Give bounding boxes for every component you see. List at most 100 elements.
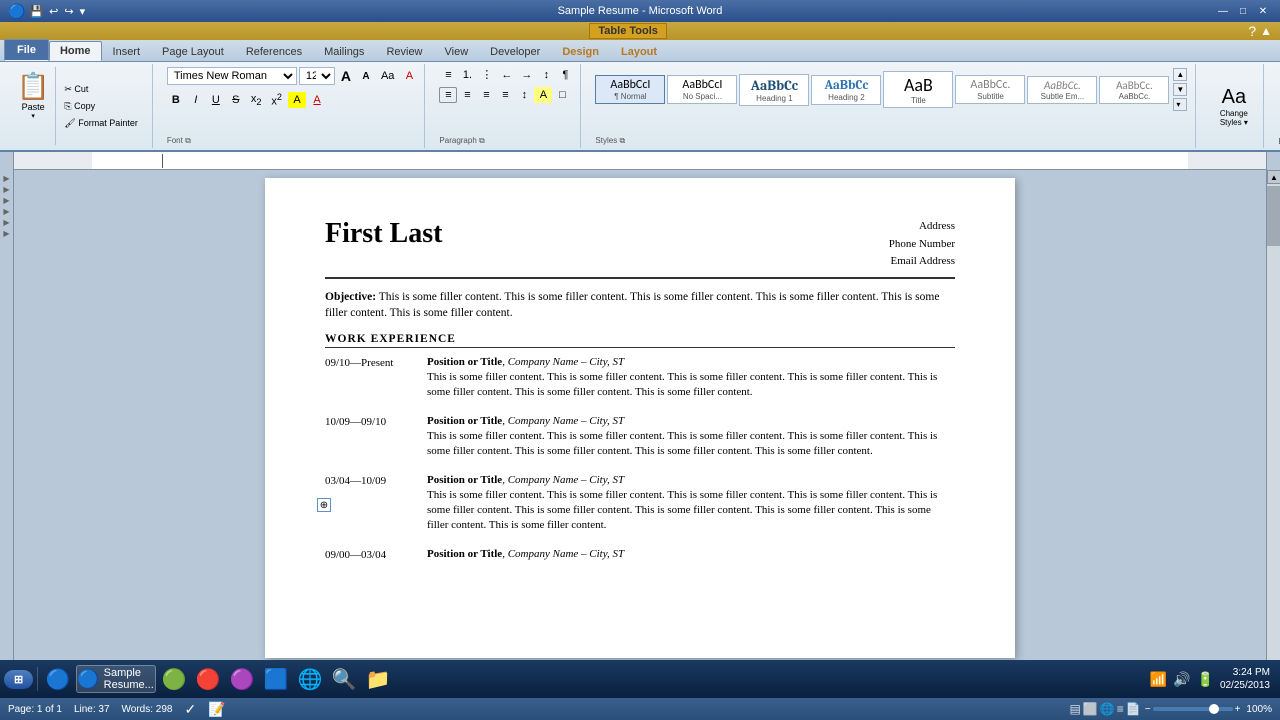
taskbar-word-icon[interactable]: 🔵: [42, 665, 74, 693]
taskbar-files-icon[interactable]: 📁: [362, 665, 394, 693]
tab-review[interactable]: Review: [375, 42, 433, 61]
taskbar-excel-icon[interactable]: 🟢: [158, 665, 190, 693]
style-subtle-reference[interactable]: AaBbCc. AaBbCc.: [1099, 76, 1169, 104]
tray-battery-icon[interactable]: 🔋: [1197, 671, 1214, 688]
tray-volume-icon[interactable]: 🔊: [1173, 671, 1190, 688]
undo-button[interactable]: ↩: [47, 4, 60, 19]
shading-button[interactable]: A: [534, 87, 552, 103]
paste-button[interactable]: 📋 Paste ▾: [10, 66, 56, 146]
taskbar-icon-5[interactable]: 🟦: [260, 665, 292, 693]
tab-references[interactable]: References: [235, 42, 313, 61]
style-title[interactable]: AaB Title: [883, 71, 953, 108]
strikethrough-button[interactable]: S: [227, 92, 245, 108]
help-icon[interactable]: ?: [1248, 23, 1256, 39]
decrease-indent-button[interactable]: ←: [497, 67, 516, 83]
spell-check-icon[interactable]: ✓: [184, 701, 196, 718]
start-button[interactable]: ⊞: [4, 670, 33, 689]
font-dialog-launcher[interactable]: ⧉: [185, 136, 191, 145]
web-layout-button[interactable]: 🌐: [1100, 702, 1115, 716]
show-marks-button[interactable]: ¶: [556, 67, 574, 83]
style-no-spacing[interactable]: AaBbCcI No Spaci...: [667, 75, 737, 104]
copy-button[interactable]: ⎘ Copy: [60, 99, 141, 114]
customize-button[interactable]: ▾: [78, 4, 88, 19]
left-panel-icon-2[interactable]: ▶: [3, 185, 9, 194]
tab-page-layout[interactable]: Page Layout: [151, 42, 235, 61]
draft-button[interactable]: 📄: [1126, 702, 1141, 716]
track-changes-icon[interactable]: 📝: [208, 701, 225, 718]
tab-home[interactable]: Home: [49, 41, 102, 61]
change-styles-button[interactable]: Aa ChangeStyles ▾: [1213, 81, 1255, 132]
document-page[interactable]: ⊕ First Last Address Phone Number Email …: [265, 178, 1015, 658]
clock[interactable]: 3:24 PM 02/25/2013: [1220, 666, 1270, 692]
tab-file[interactable]: File: [4, 39, 49, 61]
text-highlight-button[interactable]: A: [288, 92, 306, 108]
zoom-slider[interactable]: [1153, 707, 1233, 711]
table-move-handle[interactable]: ⊕: [317, 498, 331, 512]
scrollbar-thumb[interactable]: [1267, 186, 1280, 246]
taskbar-icon-4[interactable]: 🟣: [226, 665, 258, 693]
subscript-button[interactable]: x2: [247, 91, 266, 109]
underline-button[interactable]: U: [207, 92, 225, 108]
zoom-out-button[interactable]: −: [1145, 704, 1151, 715]
align-center-button[interactable]: ≡: [458, 87, 476, 103]
cut-button[interactable]: ✂ Cut: [60, 82, 141, 97]
line-spacing-button[interactable]: ↕: [515, 87, 533, 103]
border-button[interactable]: □: [553, 87, 571, 103]
ruler-indent-marker[interactable]: [162, 154, 163, 168]
styles-dialog-launcher[interactable]: ⧉: [619, 136, 625, 145]
increase-indent-button[interactable]: →: [517, 67, 536, 83]
left-panel-icon-3[interactable]: ▶: [3, 196, 9, 205]
taskbar-word-doc[interactable]: 🔵Sample Resume...: [76, 665, 156, 693]
superscript-button[interactable]: x2: [267, 90, 286, 110]
style-heading2[interactable]: AaBbCc Heading 2: [811, 75, 881, 105]
tab-mailings[interactable]: Mailings: [313, 42, 375, 61]
clear-formatting-button[interactable]: A: [400, 68, 418, 84]
font-size-select[interactable]: 12: [299, 67, 335, 85]
tab-layout[interactable]: Layout: [610, 42, 668, 61]
window-controls[interactable]: — □ ✕: [1214, 3, 1272, 19]
taskbar-icon-3[interactable]: 🔴: [192, 665, 224, 693]
sort-button[interactable]: ↕: [537, 67, 555, 83]
close-button[interactable]: ✕: [1254, 3, 1272, 19]
style-normal[interactable]: AaBbCcI ¶ Normal: [595, 75, 665, 104]
tab-insert[interactable]: Insert: [102, 42, 152, 61]
taskbar-browser-icon[interactable]: 🌐: [294, 665, 326, 693]
zoom-in-button[interactable]: +: [1235, 704, 1241, 715]
bullets-button[interactable]: ≡: [439, 67, 457, 83]
styles-scroll[interactable]: ▲ ▼ ▾: [1171, 66, 1189, 113]
minimize-button[interactable]: —: [1214, 3, 1232, 19]
font-family-select[interactable]: Times New Roman: [167, 67, 297, 85]
font-color-button[interactable]: A: [308, 92, 326, 108]
numbering-button[interactable]: 1.: [458, 67, 476, 83]
change-case-button[interactable]: Aa: [377, 68, 398, 84]
scroll-up-button[interactable]: ▲: [1267, 170, 1280, 184]
styles-more-button[interactable]: ▾: [1173, 98, 1187, 111]
shrink-font-button[interactable]: A: [357, 69, 375, 84]
left-panel-icon-6[interactable]: ▶: [3, 229, 9, 238]
ribbon-toggle[interactable]: ▲: [1260, 24, 1272, 38]
quick-access-toolbar[interactable]: 🔵 💾 ↩ ↪ ▾: [8, 3, 87, 20]
full-screen-button[interactable]: ⬜: [1083, 702, 1098, 716]
align-right-button[interactable]: ≡: [477, 87, 495, 103]
tab-design[interactable]: Design: [551, 42, 610, 61]
tab-view[interactable]: View: [434, 42, 480, 61]
left-panel-icon-1[interactable]: ▶: [3, 174, 9, 183]
style-heading1[interactable]: AaBbCc Heading 1: [739, 74, 809, 106]
maximize-button[interactable]: □: [1234, 3, 1252, 19]
styles-down-button[interactable]: ▼: [1173, 83, 1187, 96]
outline-button[interactable]: ≡: [1117, 702, 1124, 716]
grow-font-button[interactable]: A: [337, 66, 355, 86]
tab-developer[interactable]: Developer: [479, 42, 551, 61]
save-button[interactable]: 💾: [27, 4, 45, 19]
zoom-thumb[interactable]: [1209, 704, 1219, 714]
zoom-control[interactable]: − + 100%: [1145, 704, 1272, 715]
multilevel-button[interactable]: ⋮: [477, 66, 496, 83]
paragraph-dialog-launcher[interactable]: ⧉: [479, 136, 485, 145]
style-subtitle[interactable]: AaBbCc. Subtitle: [955, 75, 1025, 104]
print-layout-button[interactable]: ▤: [1070, 702, 1081, 716]
bold-button[interactable]: B: [167, 92, 185, 108]
align-left-button[interactable]: ≡: [439, 87, 457, 103]
redo-button[interactable]: ↪: [62, 4, 75, 19]
left-panel-icon-5[interactable]: ▶: [3, 218, 9, 227]
justify-button[interactable]: ≡: [496, 87, 514, 103]
